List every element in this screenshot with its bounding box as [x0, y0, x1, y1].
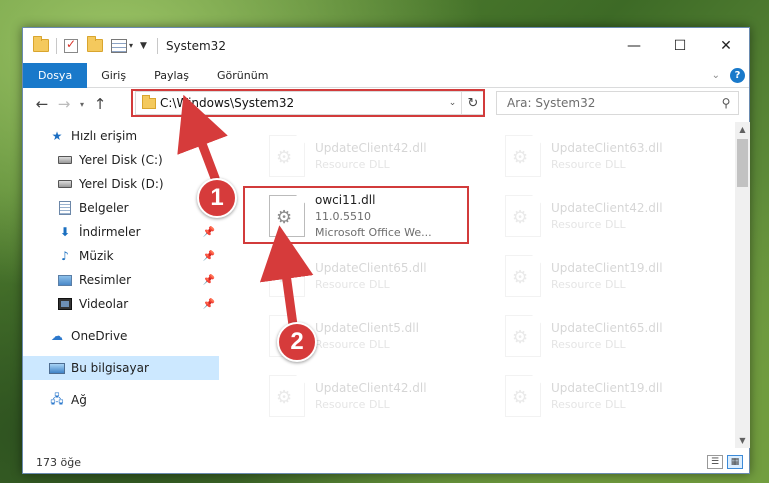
sidebar-item-videos[interactable]: Videolar 📌 — [23, 292, 219, 316]
scrollbar-thumb[interactable] — [737, 139, 748, 187]
dll-file-icon — [505, 315, 541, 357]
folder-icon — [142, 94, 156, 109]
list-item[interactable]: UpdateClient65.dll Resource DLL — [505, 308, 735, 364]
refresh-icon[interactable]: ↻ — [462, 96, 484, 111]
file-explorer-window: ▾ ▼ System32 — ☐ ✕ Dosya Giriş Paylaş Gö… — [22, 27, 750, 474]
dll-file-icon — [505, 375, 541, 417]
maximize-button[interactable]: ☐ — [657, 28, 703, 63]
sidebar-item-network[interactable]: 🖧 Ağ — [23, 388, 219, 412]
item-count: 173 öğe — [36, 455, 81, 469]
list-item[interactable]: UpdateClient63.dll Resource DLL — [505, 128, 735, 184]
dll-file-icon — [505, 135, 541, 177]
up-arrow-icon[interactable]: ↑ — [89, 95, 111, 113]
recent-locations-icon[interactable]: ▾ — [75, 100, 89, 109]
address-path[interactable]: C:\Windows\System32 — [160, 96, 444, 110]
list-item[interactable]: UpdateClient19.dll Resource DLL — [505, 368, 735, 424]
music-icon: ♪ — [61, 249, 69, 263]
videos-icon — [58, 298, 72, 310]
dll-file-icon — [505, 195, 541, 237]
documents-icon — [59, 201, 71, 215]
sidebar-item-documents[interactable]: Belgeler 📌 — [23, 196, 219, 220]
status-bar: 173 öğe ☰ ▦ — [23, 450, 749, 474]
pin-icon[interactable]: 📌 — [203, 299, 215, 310]
tab-share[interactable]: Paylaş — [140, 63, 203, 88]
scroll-up-icon[interactable]: ▲ — [735, 122, 750, 137]
sidebar-item-music[interactable]: ♪ Müzik 📌 — [23, 244, 219, 268]
dll-file-icon — [269, 195, 305, 237]
network-icon: 🖧 — [50, 391, 64, 406]
tab-view[interactable]: Görünüm — [203, 63, 282, 88]
new-folder-icon[interactable] — [87, 36, 103, 52]
navigation-pane: ★ Hızlı erişim Yerel Disk (C:) Yerel Dis… — [23, 124, 219, 444]
quick-access-toolbar: ▾ ▼ — [23, 28, 147, 63]
list-item-owci11-dll[interactable]: owci11.dll 11.0.5510 Microsoft Office We… — [269, 188, 499, 244]
list-item[interactable]: UpdateClient42.dll Resource DLL — [269, 368, 499, 424]
window-controls: — ☐ ✕ — [611, 28, 749, 63]
file-list: UpdateClient42.dll Resource DLL owci11.d… — [239, 124, 735, 448]
dll-file-icon — [505, 255, 541, 297]
star-icon: ★ — [51, 129, 63, 143]
sidebar-item-downloads[interactable]: ⬇ İndirmeler 📌 — [23, 220, 219, 244]
pin-icon[interactable]: 📌 — [203, 227, 215, 238]
search-box[interactable]: ⚲ — [496, 91, 739, 115]
chevron-down-icon[interactable]: ▾ — [129, 41, 133, 50]
view-details-icon[interactable] — [111, 38, 127, 53]
dll-file-icon — [269, 135, 305, 177]
back-arrow-icon[interactable]: ← — [31, 95, 53, 113]
sidebar-item-pictures[interactable]: Resimler 📌 — [23, 268, 219, 292]
pictures-icon — [58, 274, 72, 286]
drive-icon — [58, 180, 72, 188]
help-icon[interactable]: ? — [730, 67, 745, 83]
pin-icon[interactable]: 📌 — [203, 275, 215, 286]
cloud-icon: ☁ — [51, 329, 63, 343]
chevron-down-icon[interactable]: ⌄ — [444, 92, 462, 114]
search-icon[interactable]: ⚲ — [714, 96, 738, 110]
properties-check-icon[interactable] — [64, 37, 78, 53]
pin-icon[interactable]: 📌 — [203, 251, 215, 262]
list-item[interactable]: UpdateClient42.dll Resource DLL — [505, 188, 735, 244]
forward-arrow-icon[interactable]: → — [53, 95, 75, 113]
folder-icon — [33, 36, 49, 52]
details-view-icon[interactable]: ☰ — [707, 455, 723, 469]
sidebar-item-local-disk-d[interactable]: Yerel Disk (D:) — [23, 172, 219, 196]
sidebar-item-quick-access[interactable]: ★ Hızlı erişim — [23, 124, 219, 148]
downloads-icon: ⬇ — [59, 225, 71, 239]
search-input[interactable] — [507, 96, 714, 110]
vertical-scrollbar[interactable]: ▲ ▼ — [735, 122, 750, 448]
dll-file-icon — [269, 375, 305, 417]
address-bar[interactable]: C:\Windows\System32 ⌄ ↻ — [135, 91, 485, 115]
navigation-bar: ← → ▾ ↑ C:\Windows\System32 ⌄ ↻ ⚲ — [23, 89, 749, 119]
expand-ribbon-icon[interactable]: ⌄ — [712, 70, 720, 81]
dll-file-icon — [269, 255, 305, 297]
step-2-badge: 2 — [277, 322, 317, 362]
scroll-down-icon[interactable]: ▼ — [735, 433, 750, 448]
computer-icon — [49, 362, 65, 374]
list-item[interactable]: UpdateClient65.dll Resource DLL — [269, 248, 499, 304]
close-button[interactable]: ✕ — [703, 28, 749, 63]
tab-file[interactable]: Dosya — [23, 62, 88, 88]
list-item[interactable]: UpdateClient42.dll Resource DLL — [269, 128, 499, 184]
customize-toolbar-icon[interactable]: ▼ — [140, 41, 147, 51]
sidebar-item-onedrive[interactable]: ☁ OneDrive — [23, 324, 219, 348]
ribbon-tabs: Dosya Giriş Paylaş Görünüm ⌄ ? — [23, 62, 749, 88]
title-bar: ▾ ▼ System32 — ☐ ✕ — [23, 28, 749, 63]
sidebar-item-local-disk-c[interactable]: Yerel Disk (C:) — [23, 148, 219, 172]
tab-home[interactable]: Giriş — [87, 63, 140, 88]
tiles-view-icon[interactable]: ▦ — [727, 455, 743, 469]
minimize-button[interactable]: — — [611, 28, 657, 63]
list-item[interactable]: UpdateClient19.dll Resource DLL — [505, 248, 735, 304]
window-title: System32 — [165, 38, 226, 53]
step-1-badge: 1 — [197, 178, 237, 218]
drive-icon — [58, 156, 72, 164]
sidebar-item-this-pc[interactable]: Bu bilgisayar — [23, 356, 219, 380]
